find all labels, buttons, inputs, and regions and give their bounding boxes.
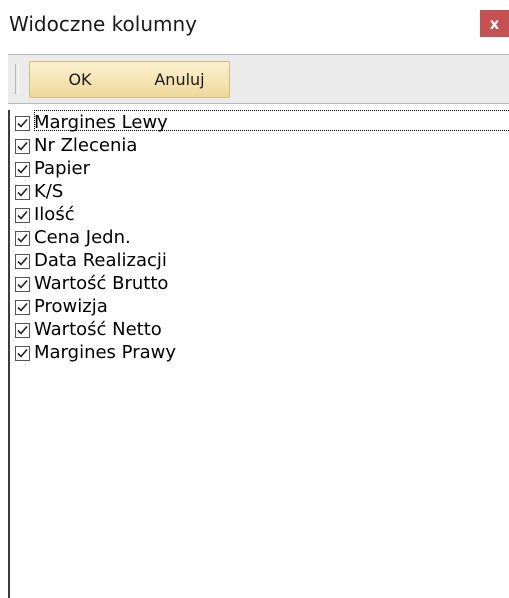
- checkbox[interactable]: [15, 161, 30, 177]
- list-item-wartosc-netto[interactable]: Wartość Netto: [15, 319, 162, 341]
- list-item-wartosc-brutto[interactable]: Wartość Brutto: [15, 273, 168, 295]
- check-mark-icon: [17, 256, 28, 266]
- checkbox[interactable]: [15, 207, 30, 223]
- list-item-label: Ilość: [34, 204, 75, 225]
- column-checklist[interactable]: Margines Lewy Nr Zlecenia Papier K/S Ilo…: [8, 110, 509, 598]
- list-item-label: Margines Lewy: [34, 112, 168, 133]
- list-item-label: Wartość Brutto: [34, 273, 169, 294]
- visible-columns-dialog: Widoczne kolumny x OK Anuluj Margines Le…: [0, 0, 509, 598]
- list-item-cena-jedn[interactable]: Cena Jedn.: [15, 227, 131, 249]
- toolbar-grip-handle[interactable]: [15, 64, 19, 94]
- list-item-label: Data Realizacji: [34, 250, 167, 271]
- check-mark-icon: [17, 187, 28, 197]
- list-item-label: Prowizja: [34, 296, 108, 317]
- checkbox[interactable]: [15, 138, 30, 154]
- check-mark-icon: [17, 233, 28, 243]
- checkbox[interactable]: [15, 299, 30, 315]
- checkbox[interactable]: [15, 276, 30, 292]
- list-item-papier[interactable]: Papier: [15, 158, 90, 180]
- list-item-label: Margines Prawy: [34, 342, 176, 363]
- list-item-prowizja[interactable]: Prowizja: [15, 296, 108, 318]
- check-mark-icon: [17, 141, 28, 151]
- close-button[interactable]: x: [480, 10, 509, 37]
- list-item-label: Cena Jedn.: [34, 227, 131, 248]
- list-item-label: Nr Zlecenia: [34, 135, 138, 156]
- list-item-margines-prawy[interactable]: Margines Prawy: [15, 342, 176, 364]
- check-mark-icon: [17, 348, 28, 358]
- title-bar[interactable]: Widoczne kolumny x: [0, 0, 509, 48]
- list-item-ks[interactable]: K/S: [15, 181, 63, 203]
- checkbox[interactable]: [15, 184, 30, 200]
- list-item-nr-zlecenia[interactable]: Nr Zlecenia: [15, 135, 137, 157]
- list-item-label: Papier: [34, 158, 90, 179]
- toolbar: OK Anuluj: [8, 54, 509, 104]
- toolbar-button-group: OK Anuluj: [29, 61, 230, 98]
- check-mark-icon: [17, 325, 28, 335]
- checkbox[interactable]: [15, 253, 30, 269]
- check-mark-icon: [17, 279, 28, 289]
- list-item-label: K/S: [34, 181, 64, 202]
- cancel-button[interactable]: Anuluj: [130, 62, 229, 97]
- list-item-label: Wartość Netto: [34, 319, 162, 340]
- ok-button[interactable]: OK: [30, 62, 130, 97]
- check-mark-icon: [17, 118, 28, 128]
- list-item-data-realizacji[interactable]: Data Realizacji: [15, 250, 167, 272]
- check-mark-icon: [17, 164, 28, 174]
- check-mark-icon: [17, 302, 28, 312]
- checkbox[interactable]: [15, 115, 30, 131]
- list-item-ilosc[interactable]: Ilość: [15, 204, 75, 226]
- check-mark-icon: [17, 210, 28, 220]
- close-icon: x: [489, 14, 500, 33]
- dialog-title: Widoczne kolumny: [9, 12, 197, 36]
- list-item-margines-lewy[interactable]: Margines Lewy: [15, 112, 168, 134]
- checkbox[interactable]: [15, 322, 30, 338]
- checkbox[interactable]: [15, 230, 30, 246]
- checkbox[interactable]: [15, 345, 30, 361]
